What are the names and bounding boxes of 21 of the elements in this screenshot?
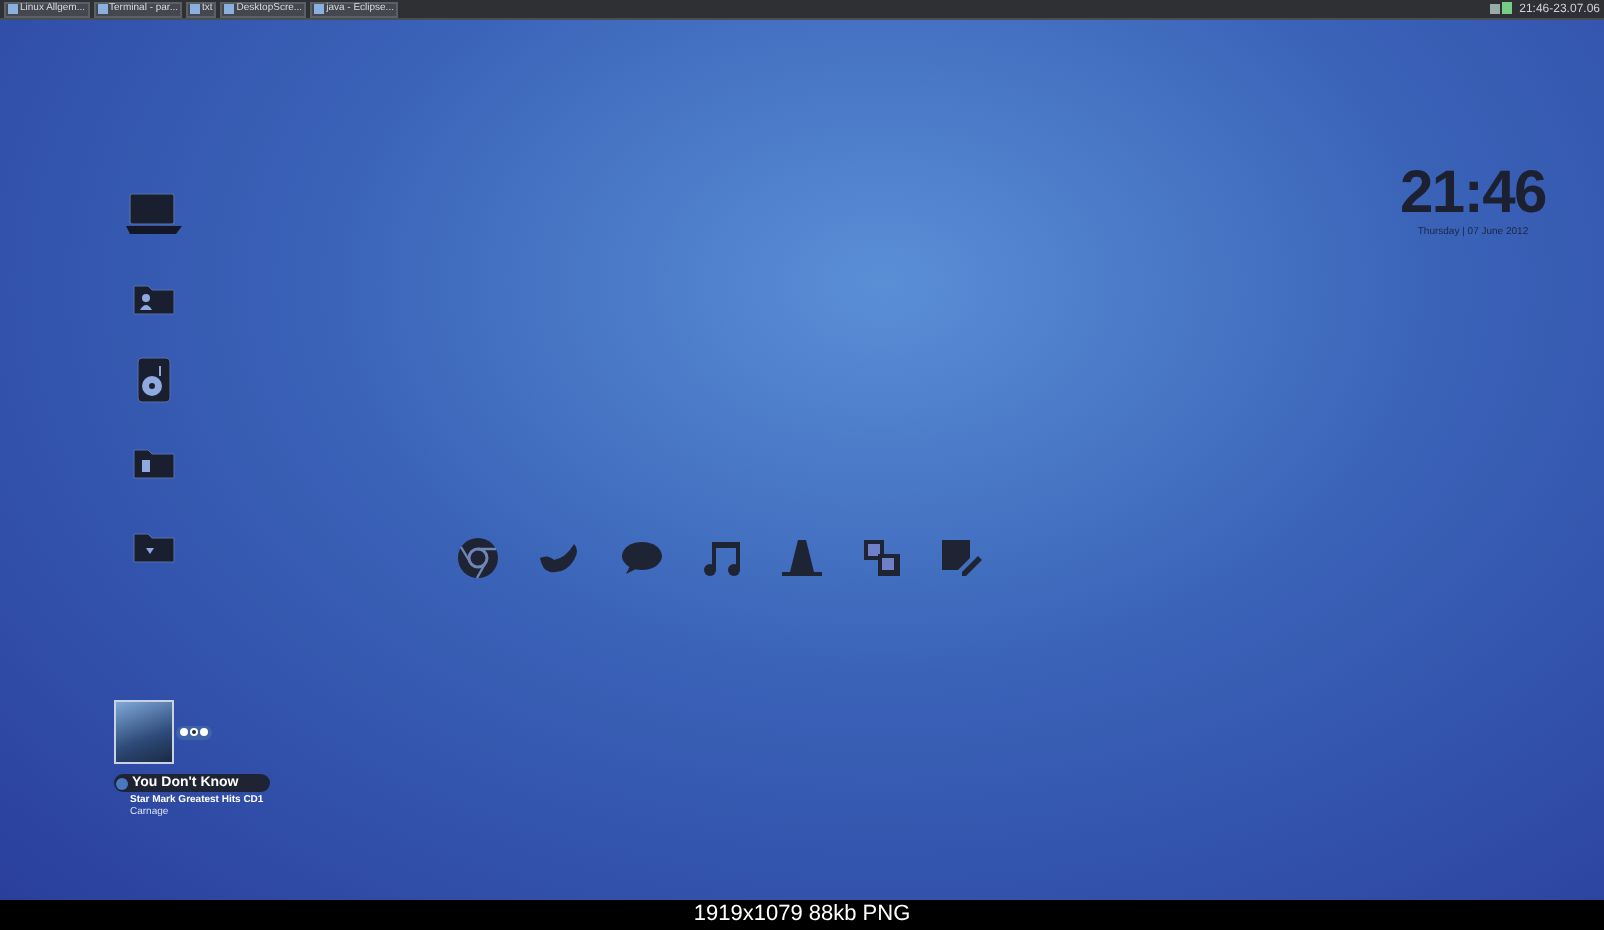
overlapping-squares-icon[interactable] — [862, 538, 902, 578]
app-icon — [190, 4, 200, 14]
browser-icon[interactable] — [456, 536, 500, 580]
app-icon — [314, 4, 325, 14]
user-folder-icon[interactable] — [132, 280, 176, 316]
clock-time: 21:46 — [1400, 164, 1546, 224]
image-caption: 1919x1079 88kb PNG — [693, 904, 911, 926]
chat-bubble-icon[interactable] — [620, 540, 664, 576]
app-icon — [8, 4, 18, 14]
network-icon[interactable] — [1489, 2, 1514, 16]
album-cover — [114, 700, 174, 764]
note-pencil-icon[interactable] — [940, 538, 984, 578]
download-folder-icon[interactable] — [132, 528, 176, 564]
laptop-icon[interactable] — [124, 192, 184, 236]
cone-icon[interactable] — [780, 538, 824, 578]
app-icon — [224, 4, 235, 14]
music-note-icon[interactable] — [702, 538, 742, 578]
playback-controls[interactable] — [176, 725, 212, 739]
document-folder-icon[interactable] — [132, 444, 176, 480]
music-player-icon[interactable] — [136, 356, 172, 404]
app-icon — [97, 4, 108, 14]
